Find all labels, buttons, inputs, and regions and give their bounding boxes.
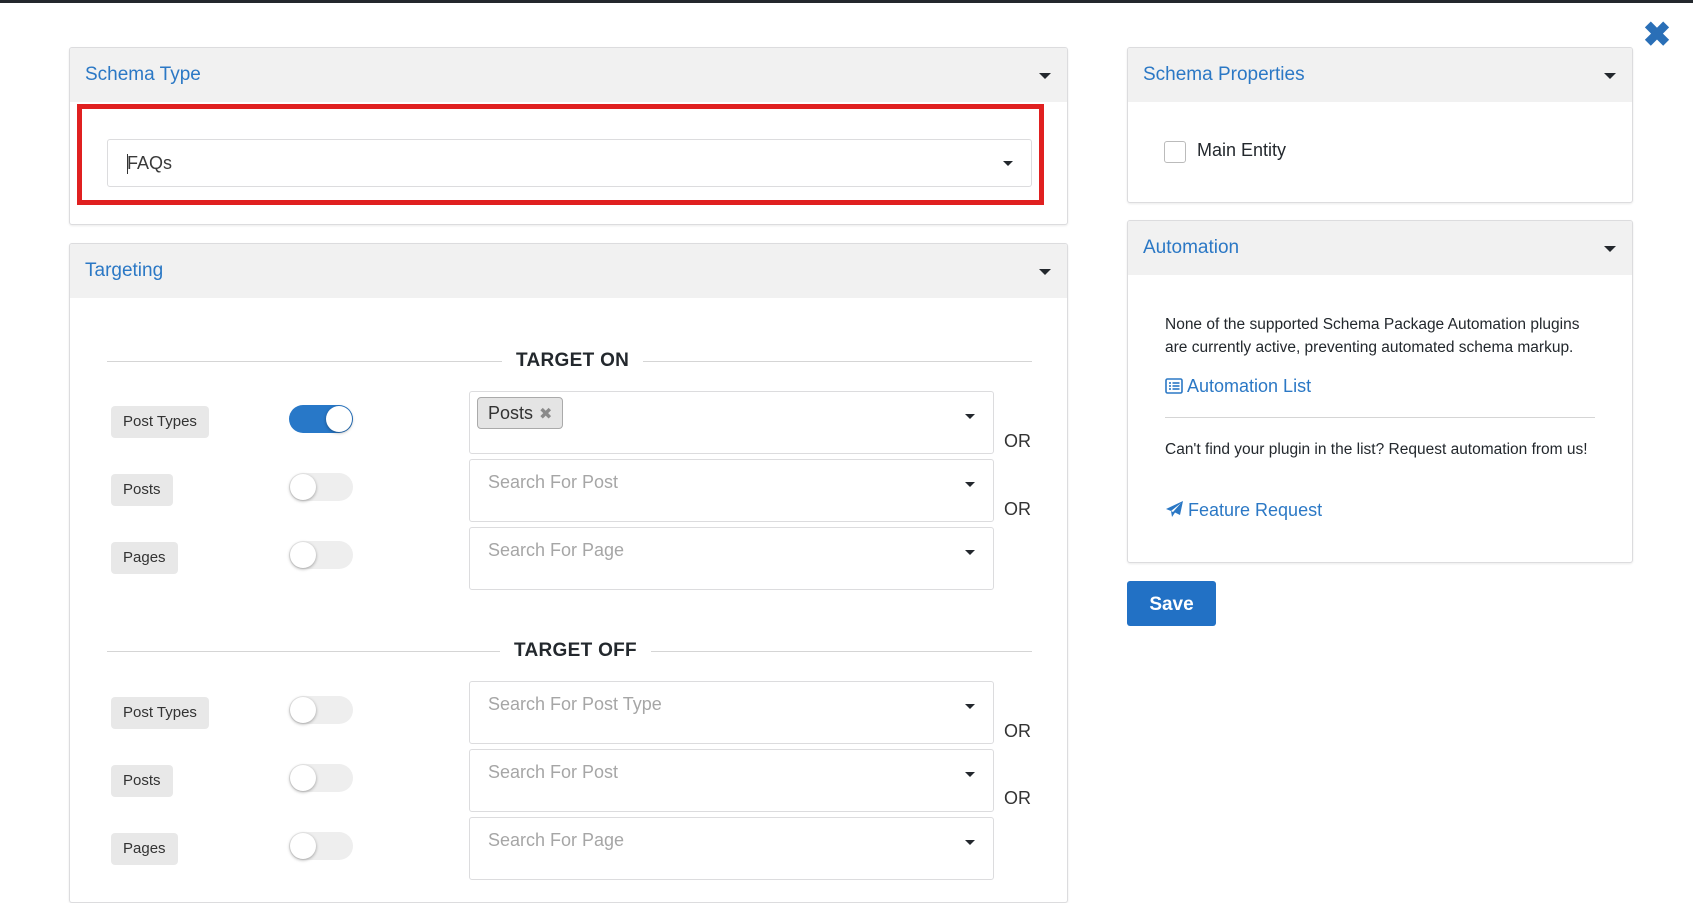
main-entity-checkbox[interactable] — [1164, 141, 1186, 163]
toggle-knob — [326, 406, 352, 432]
chevron-down-icon[interactable] — [965, 414, 975, 419]
paper-plane-icon — [1166, 501, 1183, 517]
feature-request-link[interactable]: Feature Request — [1165, 500, 1322, 521]
schema-properties-title: Schema Properties — [1143, 64, 1305, 85]
chevron-down-icon[interactable] — [1039, 73, 1051, 79]
schema-type-select[interactable]: FAQs — [107, 139, 1032, 187]
chevron-down-icon[interactable] — [1003, 161, 1013, 166]
toggle-knob — [290, 765, 316, 791]
post-types-select[interactable]: Posts ✖ — [469, 391, 994, 454]
pages-off-select[interactable]: Search For Page — [469, 817, 994, 880]
toggle-knob — [290, 697, 316, 723]
chevron-down-icon[interactable] — [965, 550, 975, 555]
target-on-label: TARGET ON — [502, 350, 644, 372]
search-placeholder: Search For Page — [488, 540, 625, 560]
row-label-post-types: Post Types — [111, 697, 209, 729]
chevron-down-icon[interactable] — [1039, 269, 1051, 275]
tag-label: Posts — [488, 403, 534, 423]
toggle-post-types-off[interactable] — [289, 696, 353, 724]
toggle-post-types[interactable] — [289, 405, 353, 433]
or-label: OR — [1004, 431, 1031, 451]
row-label-posts: Posts — [111, 474, 173, 506]
automation-list-label: Automation List — [1187, 376, 1312, 396]
remove-tag-icon[interactable]: ✖ — [539, 406, 552, 423]
automation-title: Automation — [1143, 237, 1240, 258]
targeting-header[interactable]: Targeting — [70, 244, 1067, 298]
automation-list-link[interactable]: Automation List — [1165, 376, 1311, 397]
toggle-knob — [290, 542, 316, 568]
close-icon[interactable]: ✖ — [1640, 18, 1674, 52]
toggle-posts[interactable] — [289, 473, 353, 501]
search-placeholder: Search For Page — [488, 830, 625, 850]
schema-properties-panel: Schema Properties — [1127, 47, 1633, 203]
toggle-pages[interactable] — [289, 541, 353, 569]
toggle-knob — [290, 474, 316, 500]
search-placeholder: Search For Post — [488, 472, 619, 492]
posts-select[interactable]: Search For Post — [469, 459, 994, 522]
chevron-down-icon[interactable] — [965, 772, 975, 777]
search-placeholder: Search For Post — [488, 762, 619, 782]
target-off-label: TARGET OFF — [500, 640, 651, 662]
schema-type-title: Schema Type — [85, 64, 201, 85]
post-types-off-select[interactable]: Search For Post Type — [469, 681, 994, 744]
top-bar — [0, 0, 1693, 3]
list-icon — [1165, 378, 1183, 394]
chevron-down-icon[interactable] — [965, 704, 975, 709]
row-label-post-types: Post Types — [111, 406, 209, 438]
chevron-down-icon[interactable] — [1604, 73, 1616, 79]
divider — [1165, 417, 1595, 418]
toggle-knob — [290, 833, 316, 859]
main-entity-label: Main Entity — [1197, 140, 1287, 160]
targeting-title: Targeting — [85, 260, 164, 281]
pages-select[interactable]: Search For Page — [469, 527, 994, 590]
or-label: OR — [1004, 788, 1031, 808]
search-placeholder: Search For Post Type — [488, 694, 662, 714]
request-text: Can't find your plugin in the list? Requ… — [1165, 441, 1588, 458]
schema-type-value: FAQs — [127, 153, 173, 173]
automation-message: None of the supported Schema Package Aut… — [1165, 316, 1580, 356]
automation-header[interactable]: Automation — [1128, 221, 1632, 275]
or-label: OR — [1004, 721, 1031, 741]
chevron-down-icon[interactable] — [1604, 246, 1616, 252]
row-label-pages: Pages — [111, 542, 178, 574]
chevron-down-icon[interactable] — [965, 840, 975, 845]
row-label-pages: Pages — [111, 833, 178, 865]
tag-posts: Posts ✖ — [477, 397, 564, 429]
save-button[interactable]: Save — [1127, 581, 1216, 626]
or-label: OR — [1004, 499, 1031, 519]
feature-request-label: Feature Request — [1188, 500, 1323, 520]
row-label-posts: Posts — [111, 765, 173, 797]
posts-off-select[interactable]: Search For Post — [469, 749, 994, 812]
toggle-posts-off[interactable] — [289, 764, 353, 792]
chevron-down-icon[interactable] — [965, 482, 975, 487]
toggle-pages-off[interactable] — [289, 832, 353, 860]
schema-type-header[interactable]: Schema Type — [70, 48, 1067, 102]
schema-properties-header[interactable]: Schema Properties — [1128, 48, 1632, 102]
